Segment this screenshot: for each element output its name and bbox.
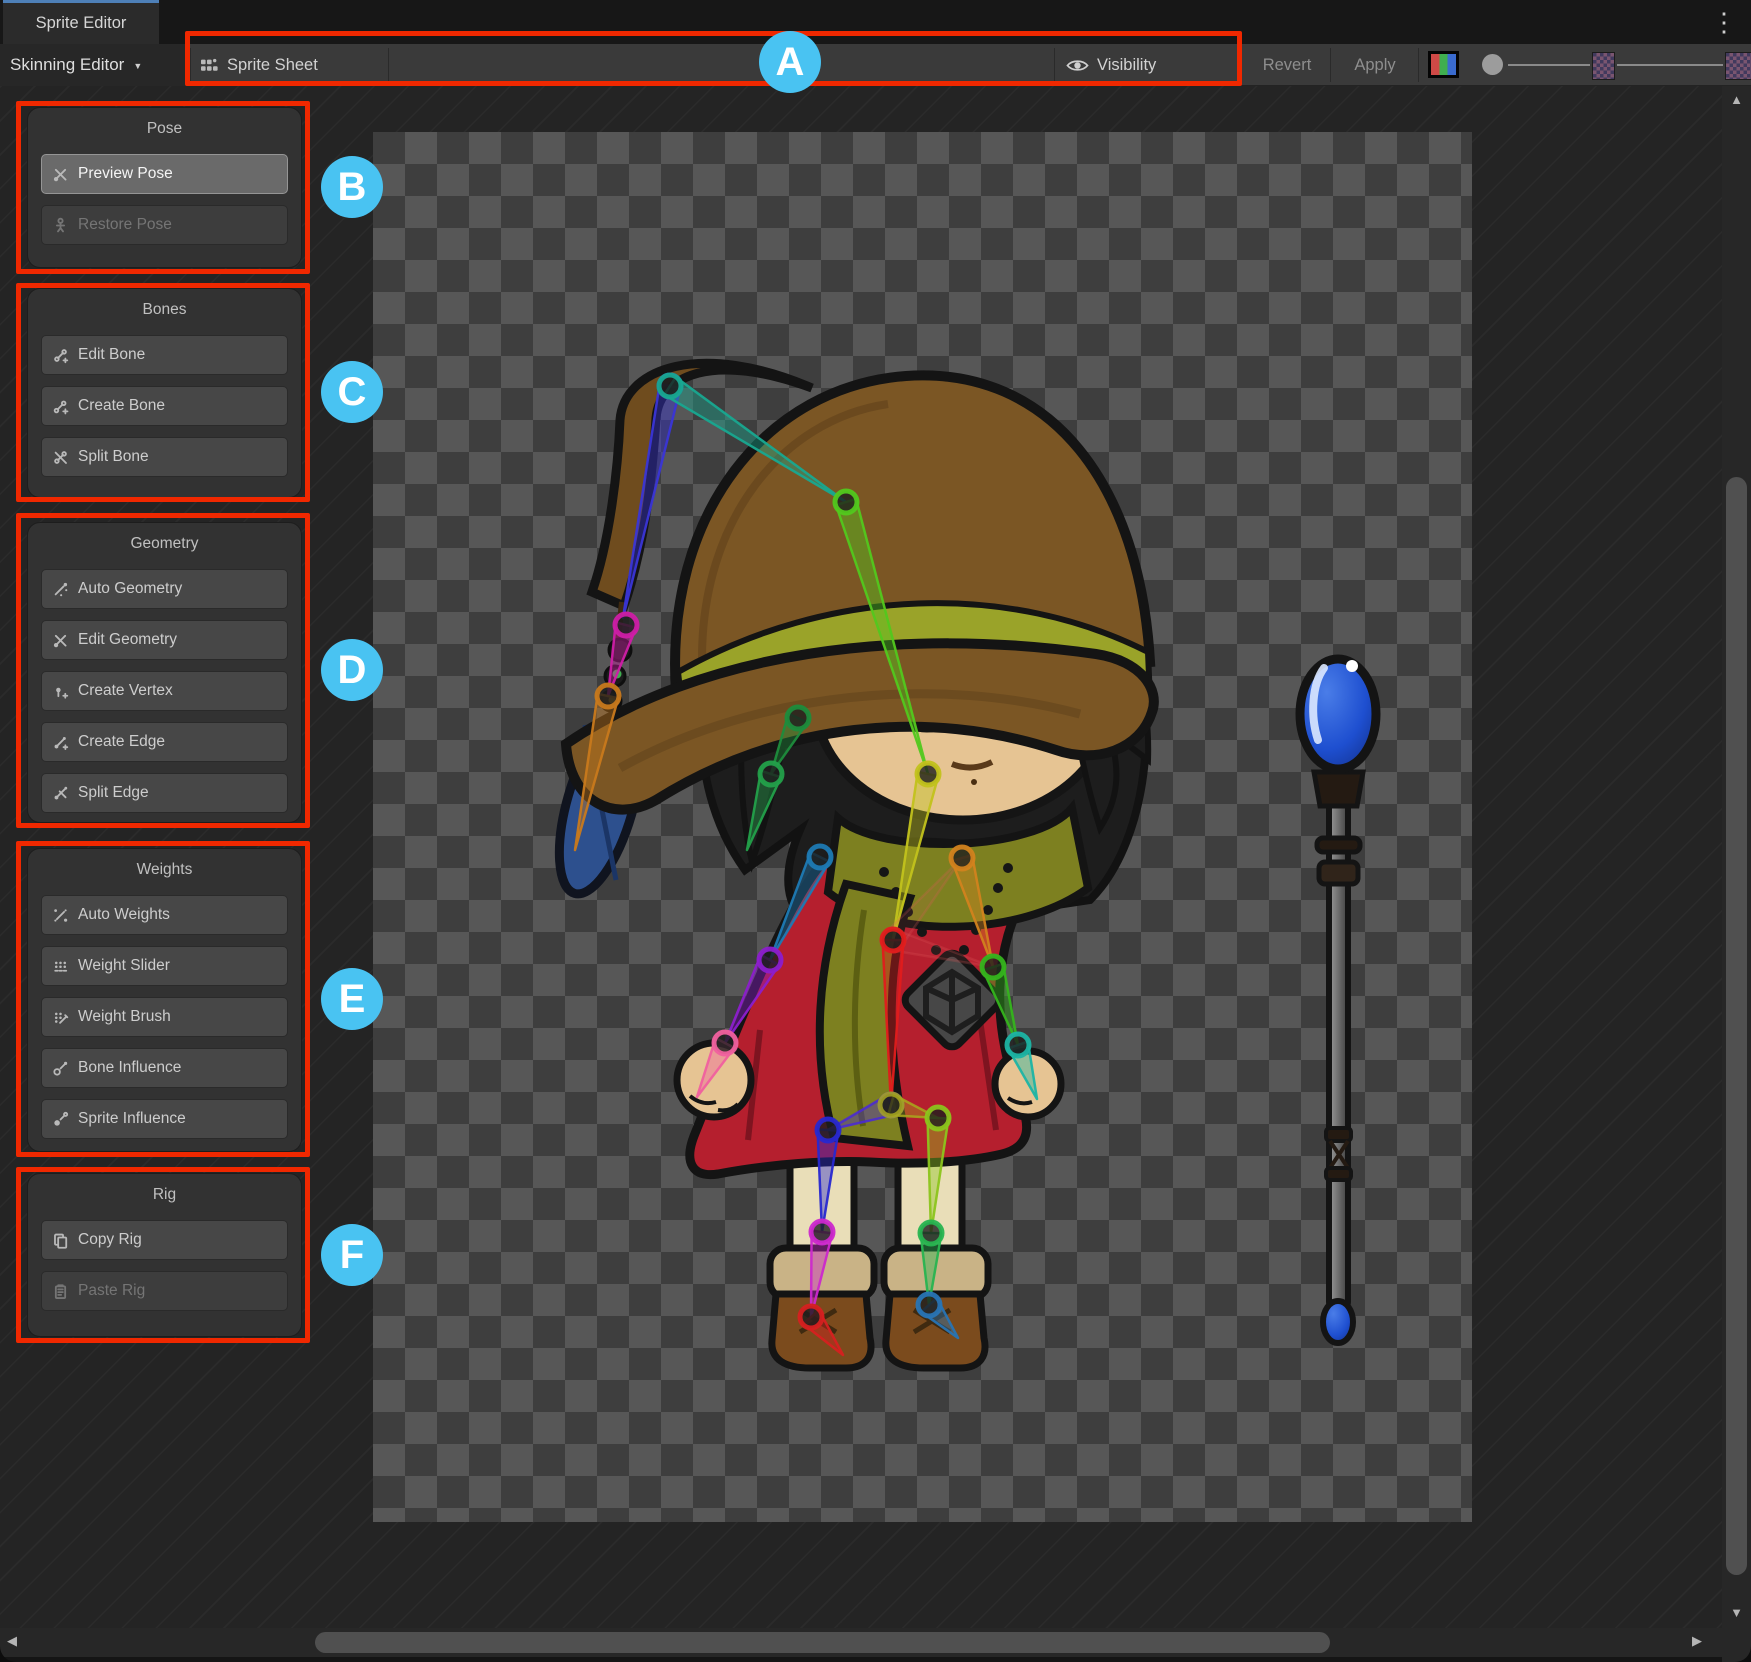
alpha-texture-swatch[interactable] [1592,52,1615,80]
annotation-badge-c: C [321,361,383,423]
bone-joint[interactable] [951,847,973,869]
annotation-letter: B [338,165,367,210]
skinning-editor-dropdown[interactable]: Skinning Editor ▼ [0,44,188,86]
bone-joint[interactable] [918,1294,940,1316]
bone-joint[interactable] [917,763,939,785]
bone-joint[interactable] [800,1306,822,1328]
bone-joint[interactable] [759,949,781,971]
bone-joint[interactable] [817,1119,839,1141]
scroll-left-icon[interactable]: ◀ [7,1633,17,1649]
bone-joint[interactable] [597,685,619,707]
bone-joint[interactable] [1007,1034,1029,1056]
canvas-art [373,132,1472,1522]
annotation-letter: D [338,648,367,693]
horizontal-scrollbar[interactable]: ◀ ▶ [0,1628,1722,1657]
bone-joint[interactable] [714,1032,736,1054]
scrollbar-corner [1722,1628,1751,1662]
annotation-box-e [16,841,310,1157]
horizontal-scrollbar-thumb[interactable] [315,1632,1330,1653]
vertical-scrollbar[interactable]: ▲ ▼ [1722,86,1751,1628]
toolbar-divider [1330,48,1331,82]
annotation-box-a [185,31,1242,86]
annotation-letter: F [340,1233,364,1278]
annotation-letter: C [338,370,367,415]
bone-joint[interactable] [811,1221,833,1243]
bone-joint[interactable] [835,491,857,513]
zoom-slider-track[interactable] [1508,64,1590,66]
zoom-slider [1470,44,1751,86]
bone-joint[interactable] [882,929,904,951]
annotation-badge-f: F [321,1224,383,1286]
alpha-texture-swatch[interactable] [1725,52,1751,80]
bone-joint[interactable] [982,956,1004,978]
annotation-badge-b: B [321,156,383,218]
bone-joint[interactable] [809,846,831,868]
bone-joint[interactable] [615,614,637,636]
sprite-editor-window: Sprite Editor ⋮ Skinning Editor ▼ Sprite… [0,0,1751,1662]
chevron-down-icon: ▼ [133,61,142,71]
annotation-badge-e: E [321,968,383,1030]
bone-joint[interactable] [659,375,681,397]
annotation-box-c [16,283,310,502]
revert-label: Revert [1263,56,1312,75]
scroll-up-icon[interactable]: ▲ [1722,92,1751,107]
staff-sprite [1300,659,1376,1343]
toolbar-divider [1418,48,1419,82]
annotation-badge-a: A [759,31,821,93]
vertical-scrollbar-thumb[interactable] [1726,477,1747,1575]
rgb-channels-button[interactable] [1428,51,1459,78]
annotation-box-b [16,101,310,274]
bone-joint[interactable] [760,763,782,785]
apply-button[interactable]: Apply [1338,44,1412,86]
revert-button[interactable]: Revert [1247,44,1327,86]
skinning-editor-dropdown-label: Skinning Editor [10,55,124,75]
bone-joint[interactable] [927,1107,949,1129]
bone-joint[interactable] [787,707,809,729]
annotation-box-f [16,1167,310,1343]
zoom-slider-track[interactable] [1617,64,1723,66]
zoom-slider-knob[interactable] [1482,54,1503,75]
bone-joint[interactable] [880,1094,902,1116]
annotation-letter: A [776,40,805,85]
tab-sprite-editor-label: Sprite Editor [36,14,127,33]
apply-label: Apply [1354,56,1395,75]
bone-joint[interactable] [920,1222,942,1244]
tab-sprite-editor[interactable]: Sprite Editor [3,0,159,44]
scroll-down-icon[interactable]: ▼ [1722,1605,1751,1620]
annotation-box-d [16,513,310,828]
annotation-badge-d: D [321,639,383,701]
scroll-right-icon[interactable]: ▶ [1692,1633,1702,1649]
kebab-menu-icon[interactable]: ⋮ [1709,2,1739,42]
annotation-letter: E [339,977,366,1022]
